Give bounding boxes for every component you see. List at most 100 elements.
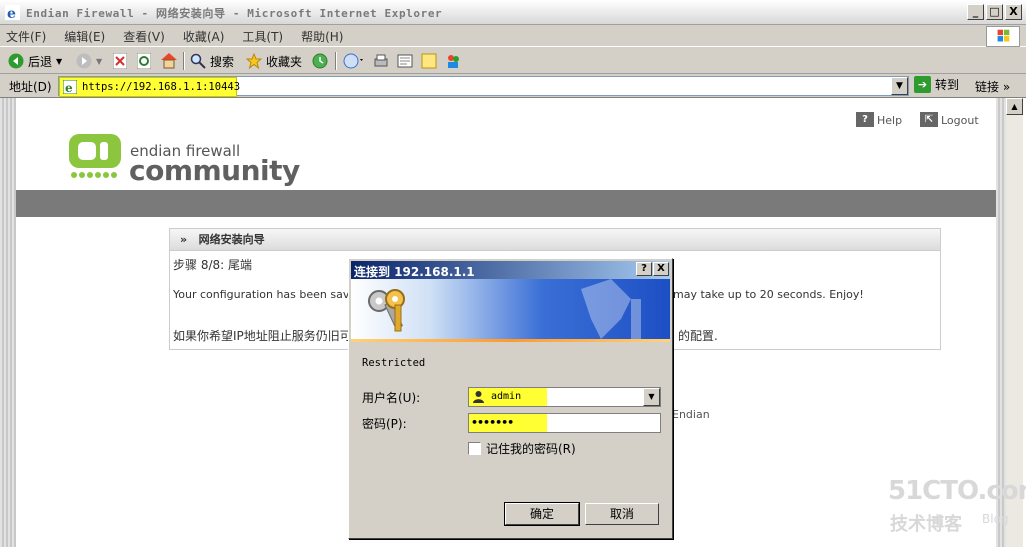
ie-icon: e <box>5 5 20 20</box>
go-label: 转到 <box>935 78 960 92</box>
menu-favorites[interactable]: 收藏(A) <box>183 28 225 45</box>
ie-page-icon: e <box>63 80 77 94</box>
address-dropdown-button[interactable]: ▼ <box>891 77 908 95</box>
print-icon[interactable] <box>373 53 389 69</box>
discuss-icon[interactable] <box>421 53 437 69</box>
remember-password-option[interactable]: 记住我的密码(R) <box>468 440 576 457</box>
password-label: 密码(P): <box>362 417 407 431</box>
info-message-tail: 的配置. <box>678 329 718 343</box>
search-button[interactable]: 搜索 <box>190 51 234 71</box>
keys-icon <box>368 289 405 332</box>
back-label: 后退 <box>28 54 53 69</box>
login-dialog: 连接到 192.168.1.1 ? X Restricted 用户名(U): 密… <box>348 258 673 539</box>
window-title: Endian Firewall - 网络安装向导 - Microsoft Int… <box>26 7 443 20</box>
logout-label: Logout <box>941 114 979 127</box>
refresh-icon[interactable] <box>137 53 151 69</box>
info-message: 如果你希望IP地址阻止服务仍旧可 <box>173 329 352 343</box>
address-input[interactable]: e https://192.168.1.1:10443 ▼ <box>58 76 909 97</box>
back-button[interactable]: 后退 ▼ <box>8 51 62 71</box>
endian-logo: endian firewall community <box>68 132 300 190</box>
back-arrow-icon <box>8 53 24 69</box>
mail-icon[interactable] <box>343 53 365 69</box>
go-button[interactable]: ➔ 转到 <box>914 76 959 93</box>
wizard-arrow: » <box>180 233 188 246</box>
minimize-button[interactable]: _ <box>967 4 984 20</box>
menu-edit[interactable]: 编辑(E) <box>64 28 105 45</box>
menu-bar: 文件(F) 编辑(E) 查看(V) 收藏(A) 工具(T) 帮助(H) <box>0 25 1026 47</box>
password-value: ••••••• <box>471 416 514 429</box>
password-highlight: ••••••• <box>469 414 547 432</box>
go-arrow-icon: ➔ <box>914 76 931 93</box>
favorites-label: 收藏夹 <box>266 54 303 69</box>
watermark-site: 51CTO.com <box>888 476 1026 506</box>
username-dropdown-button[interactable]: ▼ <box>643 388 660 406</box>
watermark-blog-cn: 技术博客 <box>890 514 962 535</box>
endian-text: Endian <box>672 408 710 421</box>
address-bar: 地址(D) e https://192.168.1.1:10443 ▼ ➔ 转到… <box>0 74 1026 98</box>
window-titlebar: e Endian Firewall - 网络安装向导 - Microsoft I… <box>0 0 1026 25</box>
dialog-titlebar: 连接到 192.168.1.1 ? X <box>351 261 670 279</box>
maximize-button[interactable]: □ <box>986 4 1003 20</box>
close-button[interactable]: X <box>1005 4 1022 20</box>
banner-key-watermark-icon <box>581 279 641 339</box>
menu-tools[interactable]: 工具(T) <box>242 28 283 45</box>
history-icon[interactable] <box>312 53 328 69</box>
windows-logo-icon <box>986 26 1020 47</box>
toolbar-separator <box>335 52 337 70</box>
messenger-icon[interactable] <box>445 53 461 69</box>
saved-message: Your configuration has been saved. <box>173 288 367 301</box>
dialog-close-button[interactable]: X <box>653 262 669 276</box>
username-label: 用户名(U): <box>362 391 421 405</box>
back-dropdown-icon[interactable]: ▼ <box>56 57 62 66</box>
ok-button[interactable]: 确定 <box>504 502 580 526</box>
scroll-up-icon[interactable]: ▲ <box>1006 98 1023 115</box>
search-label: 搜索 <box>210 54 235 69</box>
forward-arrow-icon <box>76 53 92 69</box>
help-link[interactable]: ? Help <box>856 112 902 127</box>
edit-icon[interactable] <box>397 53 413 69</box>
address-label: 地址(D) <box>9 80 52 94</box>
username-highlight: admin <box>469 388 547 406</box>
dialog-help-button[interactable]: ? <box>636 262 652 276</box>
menu-view[interactable]: 查看(V) <box>123 28 165 45</box>
help-icon: ? <box>856 112 874 127</box>
dialog-banner <box>351 279 670 339</box>
svg-text:e: e <box>65 81 73 94</box>
auth-realm: Restricted <box>362 357 426 369</box>
logout-link[interactable]: ⇱ Logout <box>920 112 979 127</box>
51cto-watermark: 51CTO.com 技术博客 Blog <box>886 476 1026 536</box>
banner-divider <box>351 339 670 342</box>
menu-file[interactable]: 文件(F) <box>6 28 46 45</box>
star-icon <box>246 53 262 69</box>
help-label: Help <box>877 114 903 127</box>
saved-message-tail: may take up to 20 seconds. Enjoy! <box>673 288 864 301</box>
logout-icon: ⇱ <box>920 112 938 127</box>
wizard-step: 步骤 8/8: 尾端 <box>173 258 252 272</box>
user-icon <box>473 391 484 403</box>
links-button[interactable]: 链接 » <box>975 78 1010 95</box>
password-input[interactable]: ••••••• <box>468 413 661 433</box>
search-icon <box>190 53 206 69</box>
remember-password-checkbox[interactable] <box>468 442 481 455</box>
page-left-border <box>0 98 16 547</box>
nav-bar <box>16 190 996 217</box>
forward-dropdown-icon[interactable]: ▼ <box>96 57 102 66</box>
wizard-title: 网络安装向导 <box>198 233 265 246</box>
svg-text:e: e <box>7 6 16 20</box>
favorites-button[interactable]: 收藏夹 <box>246 51 302 71</box>
cancel-button[interactable]: 取消 <box>585 503 659 525</box>
address-highlight: e https://192.168.1.1:10443 <box>59 77 241 97</box>
forward-button[interactable]: ▼ <box>76 51 102 71</box>
stop-icon[interactable] <box>113 53 127 69</box>
standard-toolbar: 后退 ▼ ▼ 搜索 收藏夹 <box>0 48 1026 74</box>
home-icon[interactable] <box>160 52 178 69</box>
username-value: admin <box>491 391 522 402</box>
endian-logo-icon <box>69 134 121 178</box>
username-combobox[interactable]: admin ▼ <box>468 387 661 407</box>
logo-text-bottom: community <box>129 154 300 187</box>
address-url: https://192.168.1.1:10443 <box>82 81 241 93</box>
watermark-blog-en: Blog <box>982 512 1009 526</box>
wizard-header: » 网络安装向导 <box>170 229 940 251</box>
menu-help[interactable]: 帮助(H) <box>301 28 343 45</box>
remember-password-label: 记住我的密码(R) <box>486 442 576 456</box>
